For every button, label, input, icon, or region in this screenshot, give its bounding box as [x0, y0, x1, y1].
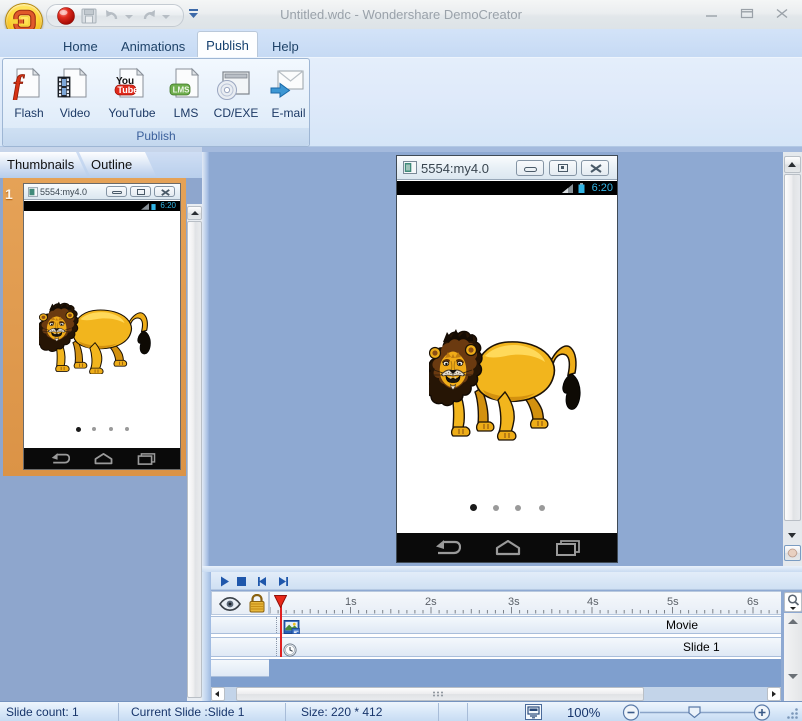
svg-text:1s: 1s	[345, 596, 357, 608]
svg-text:Tube: Tube	[117, 85, 138, 95]
svg-text:6s: 6s	[747, 596, 759, 608]
svg-text:3s: 3s	[508, 596, 520, 608]
svg-text:2s: 2s	[425, 596, 437, 608]
svg-text:4s: 4s	[587, 596, 599, 608]
svg-text:5s: 5s	[667, 596, 679, 608]
svg-text:LMS: LMS	[173, 86, 191, 95]
